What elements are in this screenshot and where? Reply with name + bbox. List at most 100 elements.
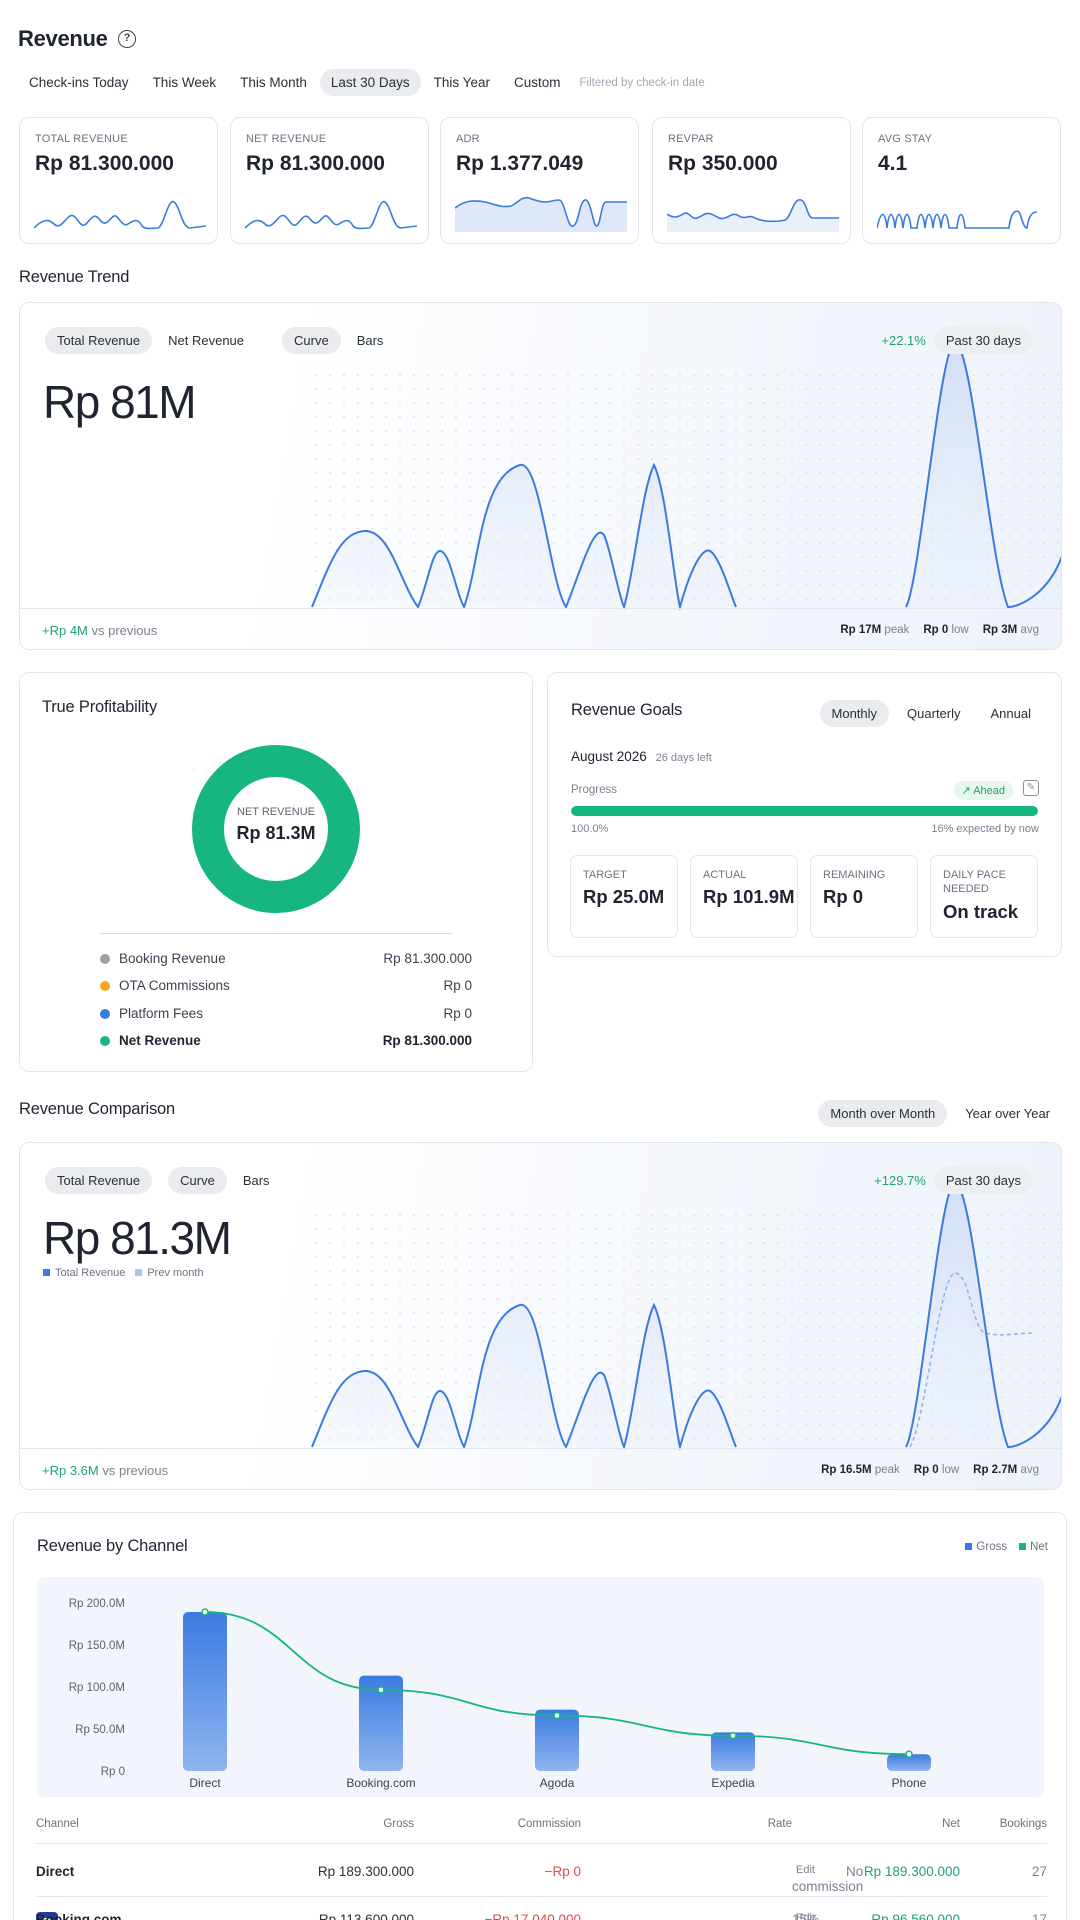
legend-value: Rp 0 [443, 1006, 472, 1021]
donut-center-value: Rp 81.3M [236, 823, 316, 843]
legend-label: Booking Revenue [119, 951, 226, 966]
table-row-divider [36, 1896, 1047, 1897]
tab-total-revenue[interactable]: Total Revenue [45, 327, 153, 354]
tab-monthly[interactable]: Monthly [819, 700, 890, 727]
comparison-low: Rp 0 [913, 1464, 939, 1476]
cell-channel: Direct [36, 1864, 75, 1879]
ahead-badge: ↗ Ahead [953, 781, 1013, 800]
stat-label: REMAINING [823, 869, 886, 881]
cell-gross: Rp 113.600.000 [318, 1912, 414, 1920]
legend-value: Rp 81.300.000 [383, 951, 472, 966]
cell-gross: Rp 189.300.000 [317, 1864, 414, 1879]
gray-dot-icon [100, 954, 110, 964]
stat-daily-pace: DAILY PACE NEEDED On track [930, 855, 1038, 938]
col-channel: Channel [36, 1818, 79, 1830]
table-header-divider [36, 1843, 1047, 1844]
trend-low-label: low [951, 624, 969, 636]
period-selector[interactable]: Past 30 days [933, 327, 1033, 354]
kpi-label: NET REVENUE [246, 133, 327, 145]
trend-tabs: Total Revenue Net Revenue Curve Bars [45, 327, 395, 354]
legend-previous: Prev month [147, 1267, 204, 1279]
edit-rate-link[interactable]: Edit [796, 1864, 815, 1876]
legend-platform-fees: Platform Fees Rp 0 [100, 1006, 472, 1021]
period-selector[interactable]: Past 30 days [933, 1167, 1033, 1194]
tab-total-revenue[interactable]: Total Revenue [45, 1167, 153, 1194]
kpi-net-revenue: NET REVENUE Rp 81.300.000 [230, 117, 429, 244]
revenue-trend-card: Total Revenue Net Revenue Curve Bars +22… [19, 302, 1062, 650]
net-point-direct [201, 1608, 209, 1616]
tab-annual[interactable]: Annual [979, 700, 1043, 727]
legend-net: Net [1030, 1541, 1048, 1553]
channel-name: Booking.com [36, 1912, 122, 1920]
stat-value: Rp 25.0M [583, 886, 665, 907]
x-tick-label: Expedia [711, 1776, 755, 1790]
stat-target: TARGET Rp 25.0M [570, 855, 678, 938]
stat-value: Rp 101.9M [703, 886, 795, 907]
trend-avg-label: avg [1020, 624, 1039, 636]
green-dot-icon [100, 1036, 110, 1046]
legend-label: Platform Fees [119, 1006, 204, 1021]
light-blue-square-icon [135, 1269, 143, 1276]
tab-bars[interactable]: Bars [231, 1167, 282, 1194]
comparison-delta-value: +Rp 3.6M [42, 1463, 99, 1478]
tab-curve[interactable]: Curve [168, 1167, 227, 1194]
filter-note: Filtered by check-in date [579, 76, 705, 89]
revenue-by-channel-card: Revenue by Channel Gross Net Rp 0 Rp 50.0… [13, 1512, 1067, 1920]
edit-goal-icon[interactable]: ✎ [1023, 780, 1039, 796]
cell-net: Rp 189.300.000 [863, 1864, 960, 1879]
goal-progress-bar [571, 806, 1038, 816]
comparison-foot-delta: +Rp 3.6M vs previous [42, 1463, 168, 1478]
tab-month-over-month[interactable]: Month over Month [818, 1100, 948, 1127]
net-point-phone [905, 1750, 913, 1758]
filter-this-month[interactable]: This Month [229, 69, 318, 96]
comparison-change: +129.7% [874, 1173, 926, 1188]
comparison-footer-divider [20, 1448, 1061, 1449]
kpi-value: Rp 81.300.000 [35, 152, 174, 175]
filter-custom[interactable]: Custom [503, 69, 572, 96]
filter-this-week[interactable]: This Week [142, 69, 228, 96]
legend-label: Net Revenue [119, 1033, 201, 1048]
col-rate: Rate [767, 1818, 792, 1830]
kpi-sparkline [34, 201, 206, 230]
legend-value: Rp 81.300.000 [382, 1033, 472, 1048]
col-commission: Commission [517, 1818, 581, 1830]
stat-remaining: REMAINING Rp 0 [810, 855, 918, 938]
filter-check-ins-today[interactable]: Check-ins Today [18, 69, 140, 96]
stat-label: DAILY PACE NEEDED [943, 869, 1006, 895]
trend-avg: Rp 3M [982, 624, 1018, 636]
stat-actual: ACTUAL Rp 101.9M [690, 855, 798, 938]
tab-net-revenue[interactable]: Net Revenue [156, 327, 256, 354]
revenue-comparison-card: Total Revenue Curve Bars +129.7% Past 30… [19, 1142, 1062, 1490]
trend-peak-label: peak [884, 624, 910, 636]
tab-quarterly[interactable]: Quarterly [895, 700, 972, 727]
col-net: Net [942, 1818, 960, 1830]
true-profitability-card: True Profitability NET REVENUE Rp 81.3M … [19, 672, 533, 1072]
donut-center-label: NET REVENUE [236, 806, 316, 818]
tab-curve[interactable]: Curve [282, 327, 341, 354]
cell-bookings: 27 [1031, 1864, 1047, 1879]
comparison-tabs: Total Revenue Curve Bars [45, 1167, 282, 1194]
page-title: Revenue [18, 26, 108, 51]
filter-this-year[interactable]: This Year [423, 69, 501, 96]
net-point-bookingcom [377, 1686, 385, 1694]
comparison-foot-stats: Rp 16.5M peak Rp 0 low Rp 2.7M avg [821, 1464, 1039, 1476]
kpi-total-revenue: TOTAL REVENUE Rp 81.300.000 [19, 117, 218, 244]
goals-period: August 2026 26 days left [571, 749, 712, 764]
tab-bars[interactable]: Bars [345, 327, 396, 354]
comparison-avg: Rp 2.7M [973, 1464, 1018, 1476]
trend-delta-suffix: vs previous [91, 623, 158, 638]
cell-commission: −Rp 17.040.000 [484, 1912, 581, 1920]
filter-last-30-days[interactable]: Last 30 Days [319, 69, 421, 96]
trend-big-value: Rp 81M [43, 376, 197, 428]
channel-chart: Rp 0 Rp 50.0M Rp 100.0M Rp 150.0M Rp 200.0M D… [69, 1598, 931, 1790]
kpi-value: 4.1 [878, 152, 908, 175]
edit-rate-link[interactable]: Edit [796, 1912, 815, 1920]
comparison-chart-area [310, 1181, 1061, 1451]
legend-label: OTA Commissions [119, 978, 230, 993]
gross-square-icon [965, 1543, 973, 1550]
y-tick-label: Rp 200.0M [69, 1598, 125, 1610]
help-icon[interactable]: ? [118, 30, 136, 48]
legend-divider [100, 933, 452, 934]
channel-title: Revenue by Channel [37, 1537, 188, 1555]
tab-year-over-year[interactable]: Year over Year [953, 1100, 1062, 1127]
